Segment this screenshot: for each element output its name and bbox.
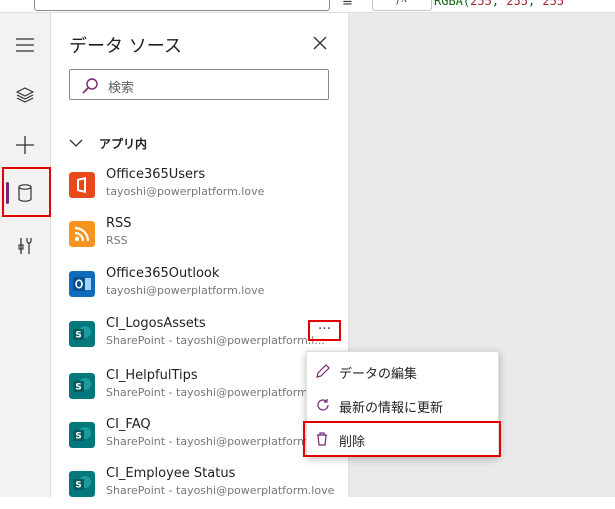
list-item-ci-employee-status[interactable]: S CI_Employee Status SharePoint - tayosh… <box>51 465 348 509</box>
search-placeholder: 検索 <box>108 81 135 96</box>
search-icon <box>82 78 98 94</box>
svg-text:S: S <box>75 383 81 393</box>
insert-button[interactable] <box>0 123 50 167</box>
delete-highlight <box>303 421 501 457</box>
formula-token: RGBA( <box>434 0 471 8</box>
svg-text:S: S <box>75 481 81 491</box>
source-name: Office365Users <box>106 167 206 182</box>
list-item-ci-helpfultips[interactable]: S CI_HelpfulTips SharePoint - tayoshi@po… <box>51 367 348 411</box>
formula-token: 255 <box>506 0 528 8</box>
source-name: CI_FAQ <box>106 417 151 432</box>
more-options-icon: ··· <box>317 320 332 337</box>
close-icon[interactable] <box>312 35 328 51</box>
svg-text:S: S <box>75 432 81 442</box>
list-item-rss[interactable]: RSS RSS <box>51 215 348 259</box>
data-cylinder-icon <box>18 184 32 202</box>
refresh-icon <box>317 399 329 411</box>
source-connection: RSS <box>106 234 128 247</box>
sharepoint-icon: S <box>69 471 95 497</box>
data-button[interactable] <box>0 171 50 215</box>
fx-label: fx <box>396 0 407 5</box>
source-connection: SharePoint - tayoshi@powerplatform.l... <box>106 334 325 347</box>
source-name: Office365Outlook <box>106 266 220 281</box>
search-input[interactable]: 検索 <box>69 69 329 100</box>
list-item-office365users[interactable]: Office365Users tayoshi@powerplatform.lov… <box>51 166 348 210</box>
more-options-button[interactable]: ··· <box>308 320 341 341</box>
source-name: RSS <box>106 216 132 231</box>
source-name: CI_HelpfulTips <box>106 368 198 383</box>
menu-item-edit-data[interactable]: データの編集 <box>307 354 498 388</box>
rss-icon <box>69 221 95 247</box>
advanced-tools-button[interactable] <box>0 224 50 268</box>
source-connection: SharePoint - tayoshi@powerplatform.love <box>106 386 335 399</box>
sharepoint-icon: S <box>69 422 95 448</box>
formula-input[interactable]: RGBA(255, 255, 255 <box>434 0 564 8</box>
formula-token: 255 <box>542 0 565 8</box>
source-name: CI_Employee Status <box>106 466 236 481</box>
panel-title: データ ソース <box>69 36 182 57</box>
equals-sign: = <box>342 0 353 11</box>
menu-item-label: 最新の情報に更新 <box>339 401 444 416</box>
hamburger-menu-button[interactable] <box>0 23 50 67</box>
property-dropdown[interactable] <box>34 0 330 11</box>
hamburger-menu-icon <box>16 38 34 52</box>
source-connection: tayoshi@powerplatform.love <box>106 284 265 297</box>
source-connection: SharePoint - tayoshi@powerplatform.love <box>106 435 335 448</box>
section-label: アプリ内 <box>99 136 148 151</box>
sharepoint-icon: S <box>69 321 95 347</box>
office365-icon <box>69 172 95 198</box>
menu-item-label: データの編集 <box>339 367 418 382</box>
formula-token: 255 <box>470 0 492 8</box>
source-name: CI_LogosAssets <box>106 316 206 331</box>
sharepoint-icon: S <box>69 373 95 399</box>
list-item-ci-logosassets[interactable]: S CI_LogosAssets SharePoint - tayoshi@po… <box>51 315 348 359</box>
outlook-icon <box>69 271 95 297</box>
fx-button[interactable]: fx <box>372 0 432 11</box>
chevron-down-icon <box>69 139 83 147</box>
advanced-tools-icon <box>18 238 32 254</box>
tree-view-icon <box>16 87 34 103</box>
formula-token: , <box>491 0 507 8</box>
menu-item-refresh[interactable]: 最新の情報に更新 <box>307 388 498 422</box>
svg-text:S: S <box>75 331 81 341</box>
formula-bar: = fx RGBA(255, 255, 255 <box>0 0 615 13</box>
tree-view-button[interactable] <box>0 73 50 117</box>
section-in-app[interactable]: アプリ内 <box>69 133 147 153</box>
list-item-office365outlook[interactable]: Office365Outlook tayoshi@powerplatform.l… <box>51 265 348 309</box>
pencil-icon <box>316 364 330 378</box>
formula-token: , <box>527 0 543 8</box>
source-connection: tayoshi@powerplatform.love <box>106 185 265 198</box>
left-rail <box>0 13 51 497</box>
source-connection: SharePoint - tayoshi@powerplatform.love <box>106 484 335 497</box>
insert-plus-icon <box>16 136 34 154</box>
